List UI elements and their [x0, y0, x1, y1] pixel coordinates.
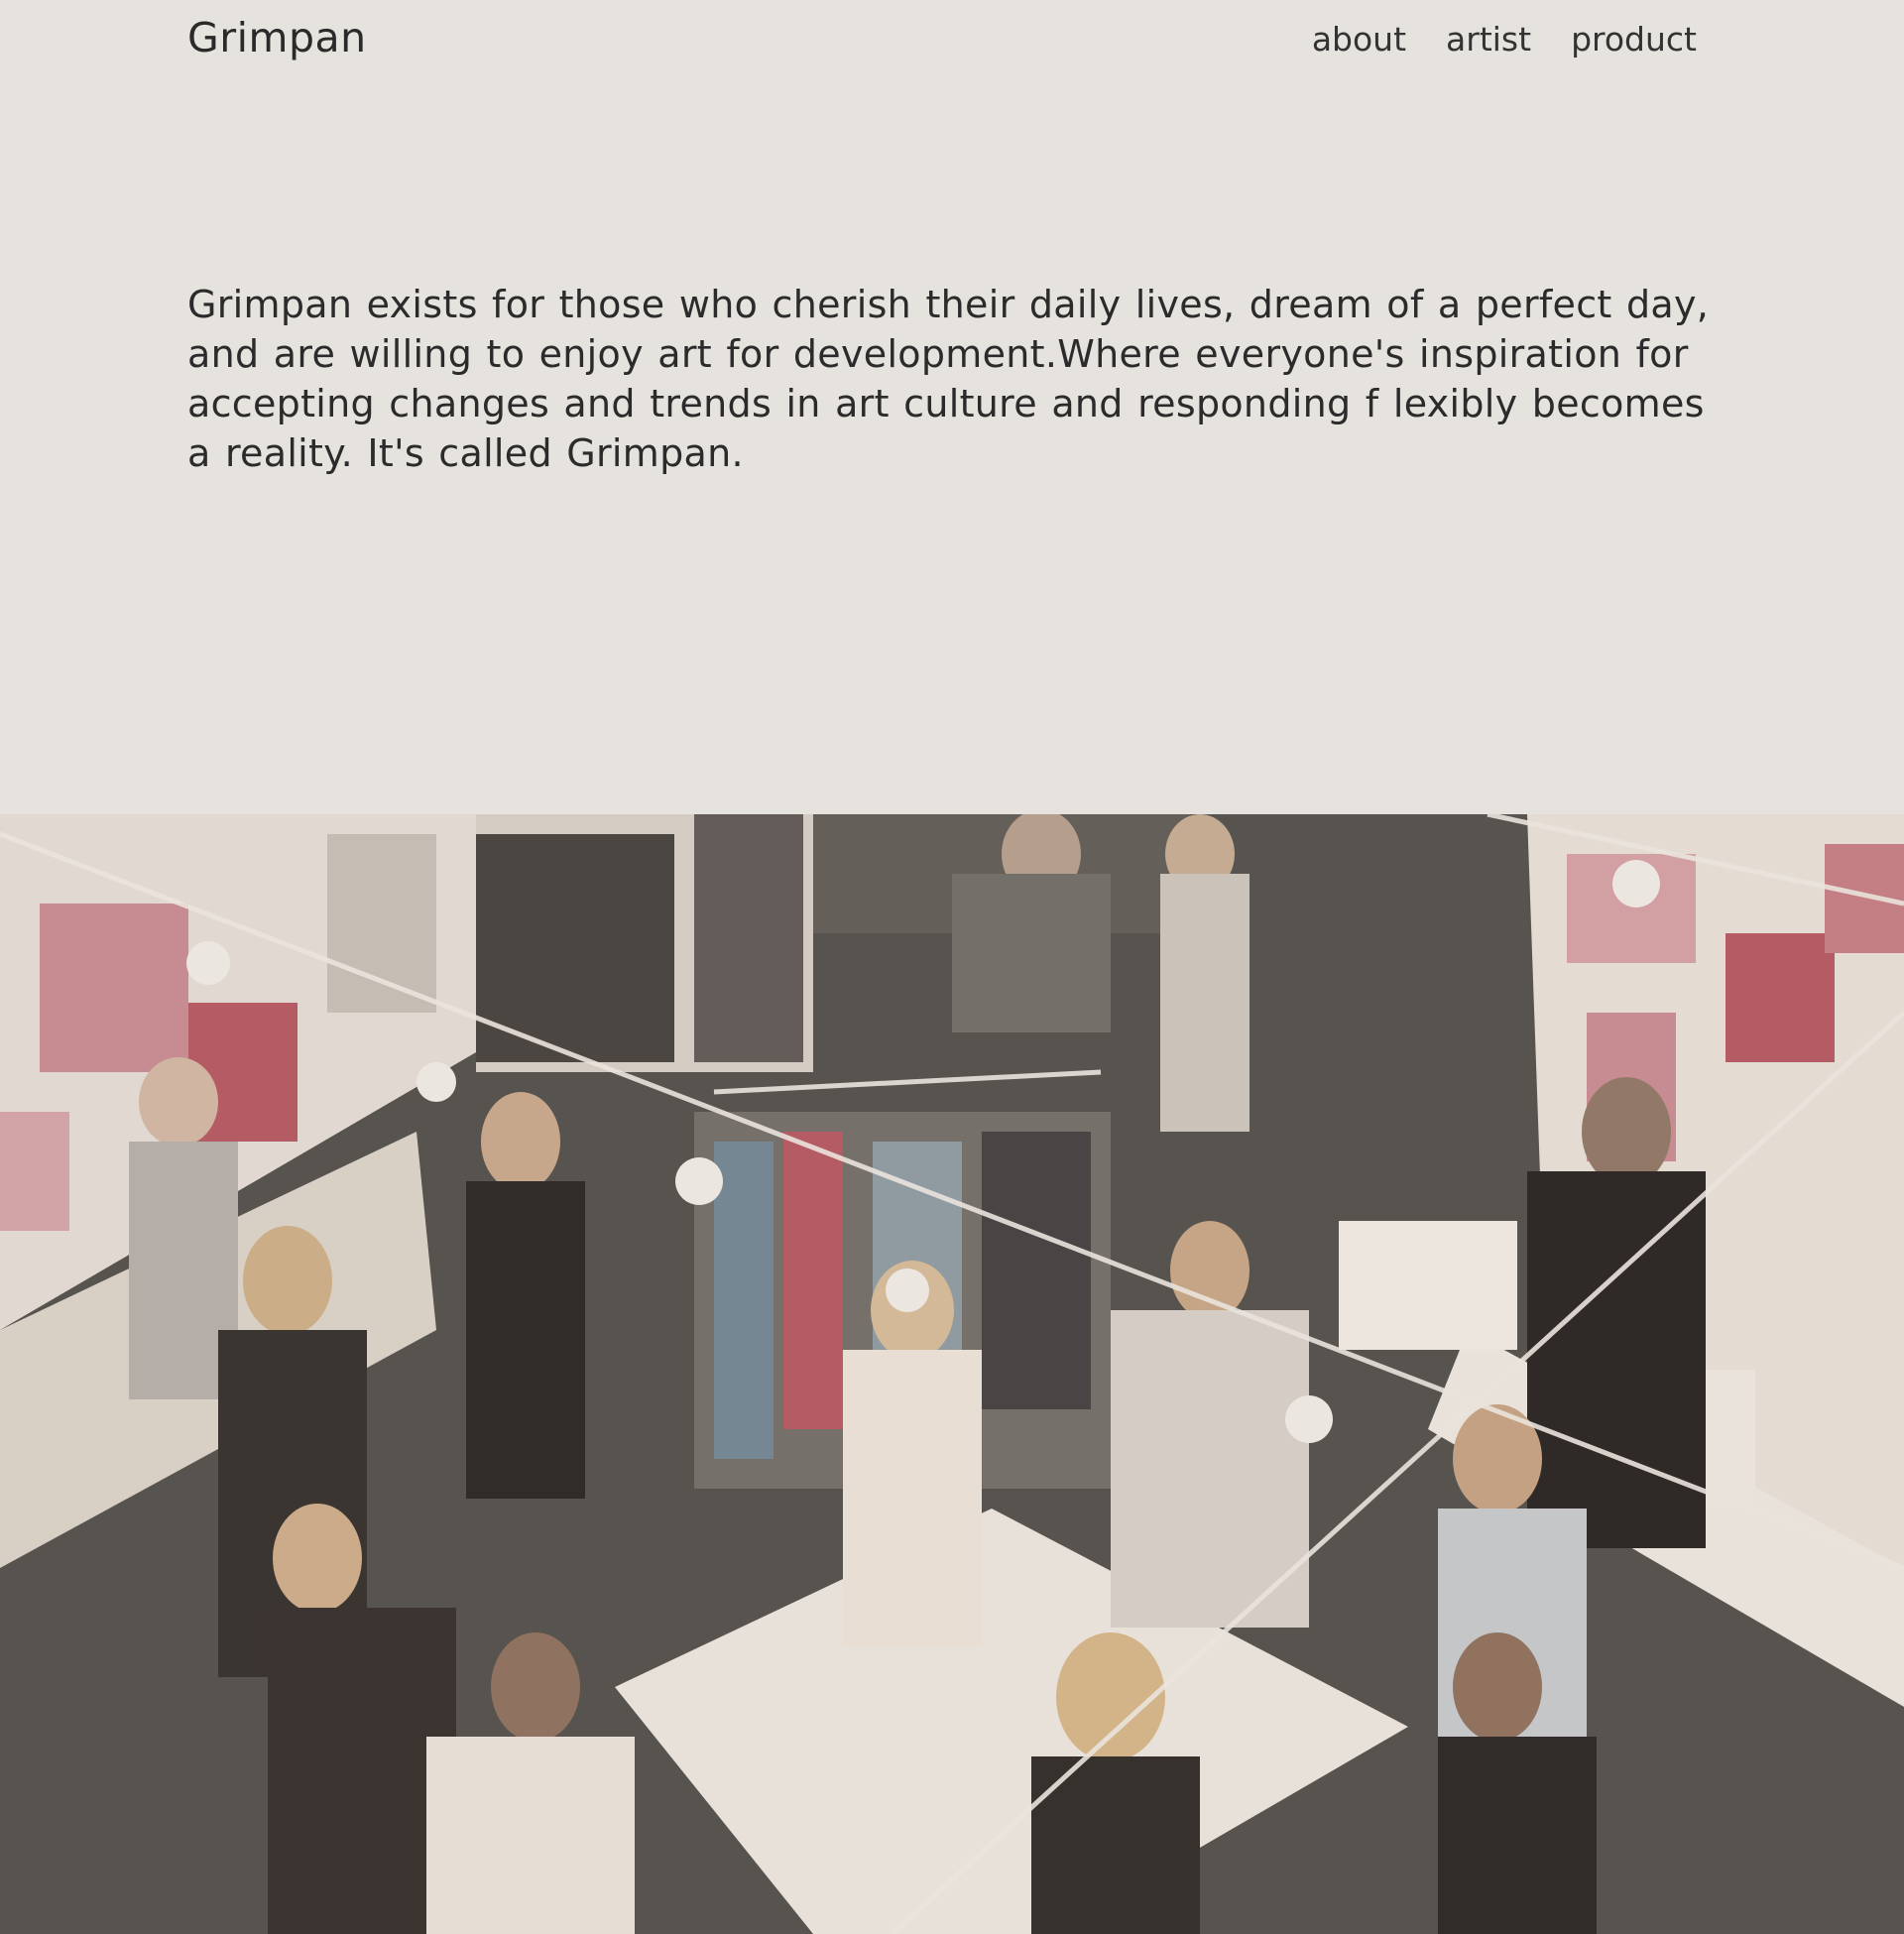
main-nav: about artist product	[1312, 20, 1697, 59]
nav-link-artist[interactable]: artist	[1446, 20, 1531, 59]
intro-paragraph: Grimpan exists for those who cherish the…	[187, 283, 1710, 475]
site-logo[interactable]: Grimpan	[187, 14, 367, 61]
nav-link-about[interactable]: about	[1312, 20, 1406, 59]
hero-photo	[0, 814, 1904, 1934]
site-header: Grimpan about artist product	[187, 0, 1697, 81]
nav-link-product[interactable]: product	[1571, 20, 1697, 59]
art-fair-crowd-illustration	[0, 814, 1904, 1934]
page: Grimpan about artist product Grimpan exi…	[0, 0, 1904, 1934]
